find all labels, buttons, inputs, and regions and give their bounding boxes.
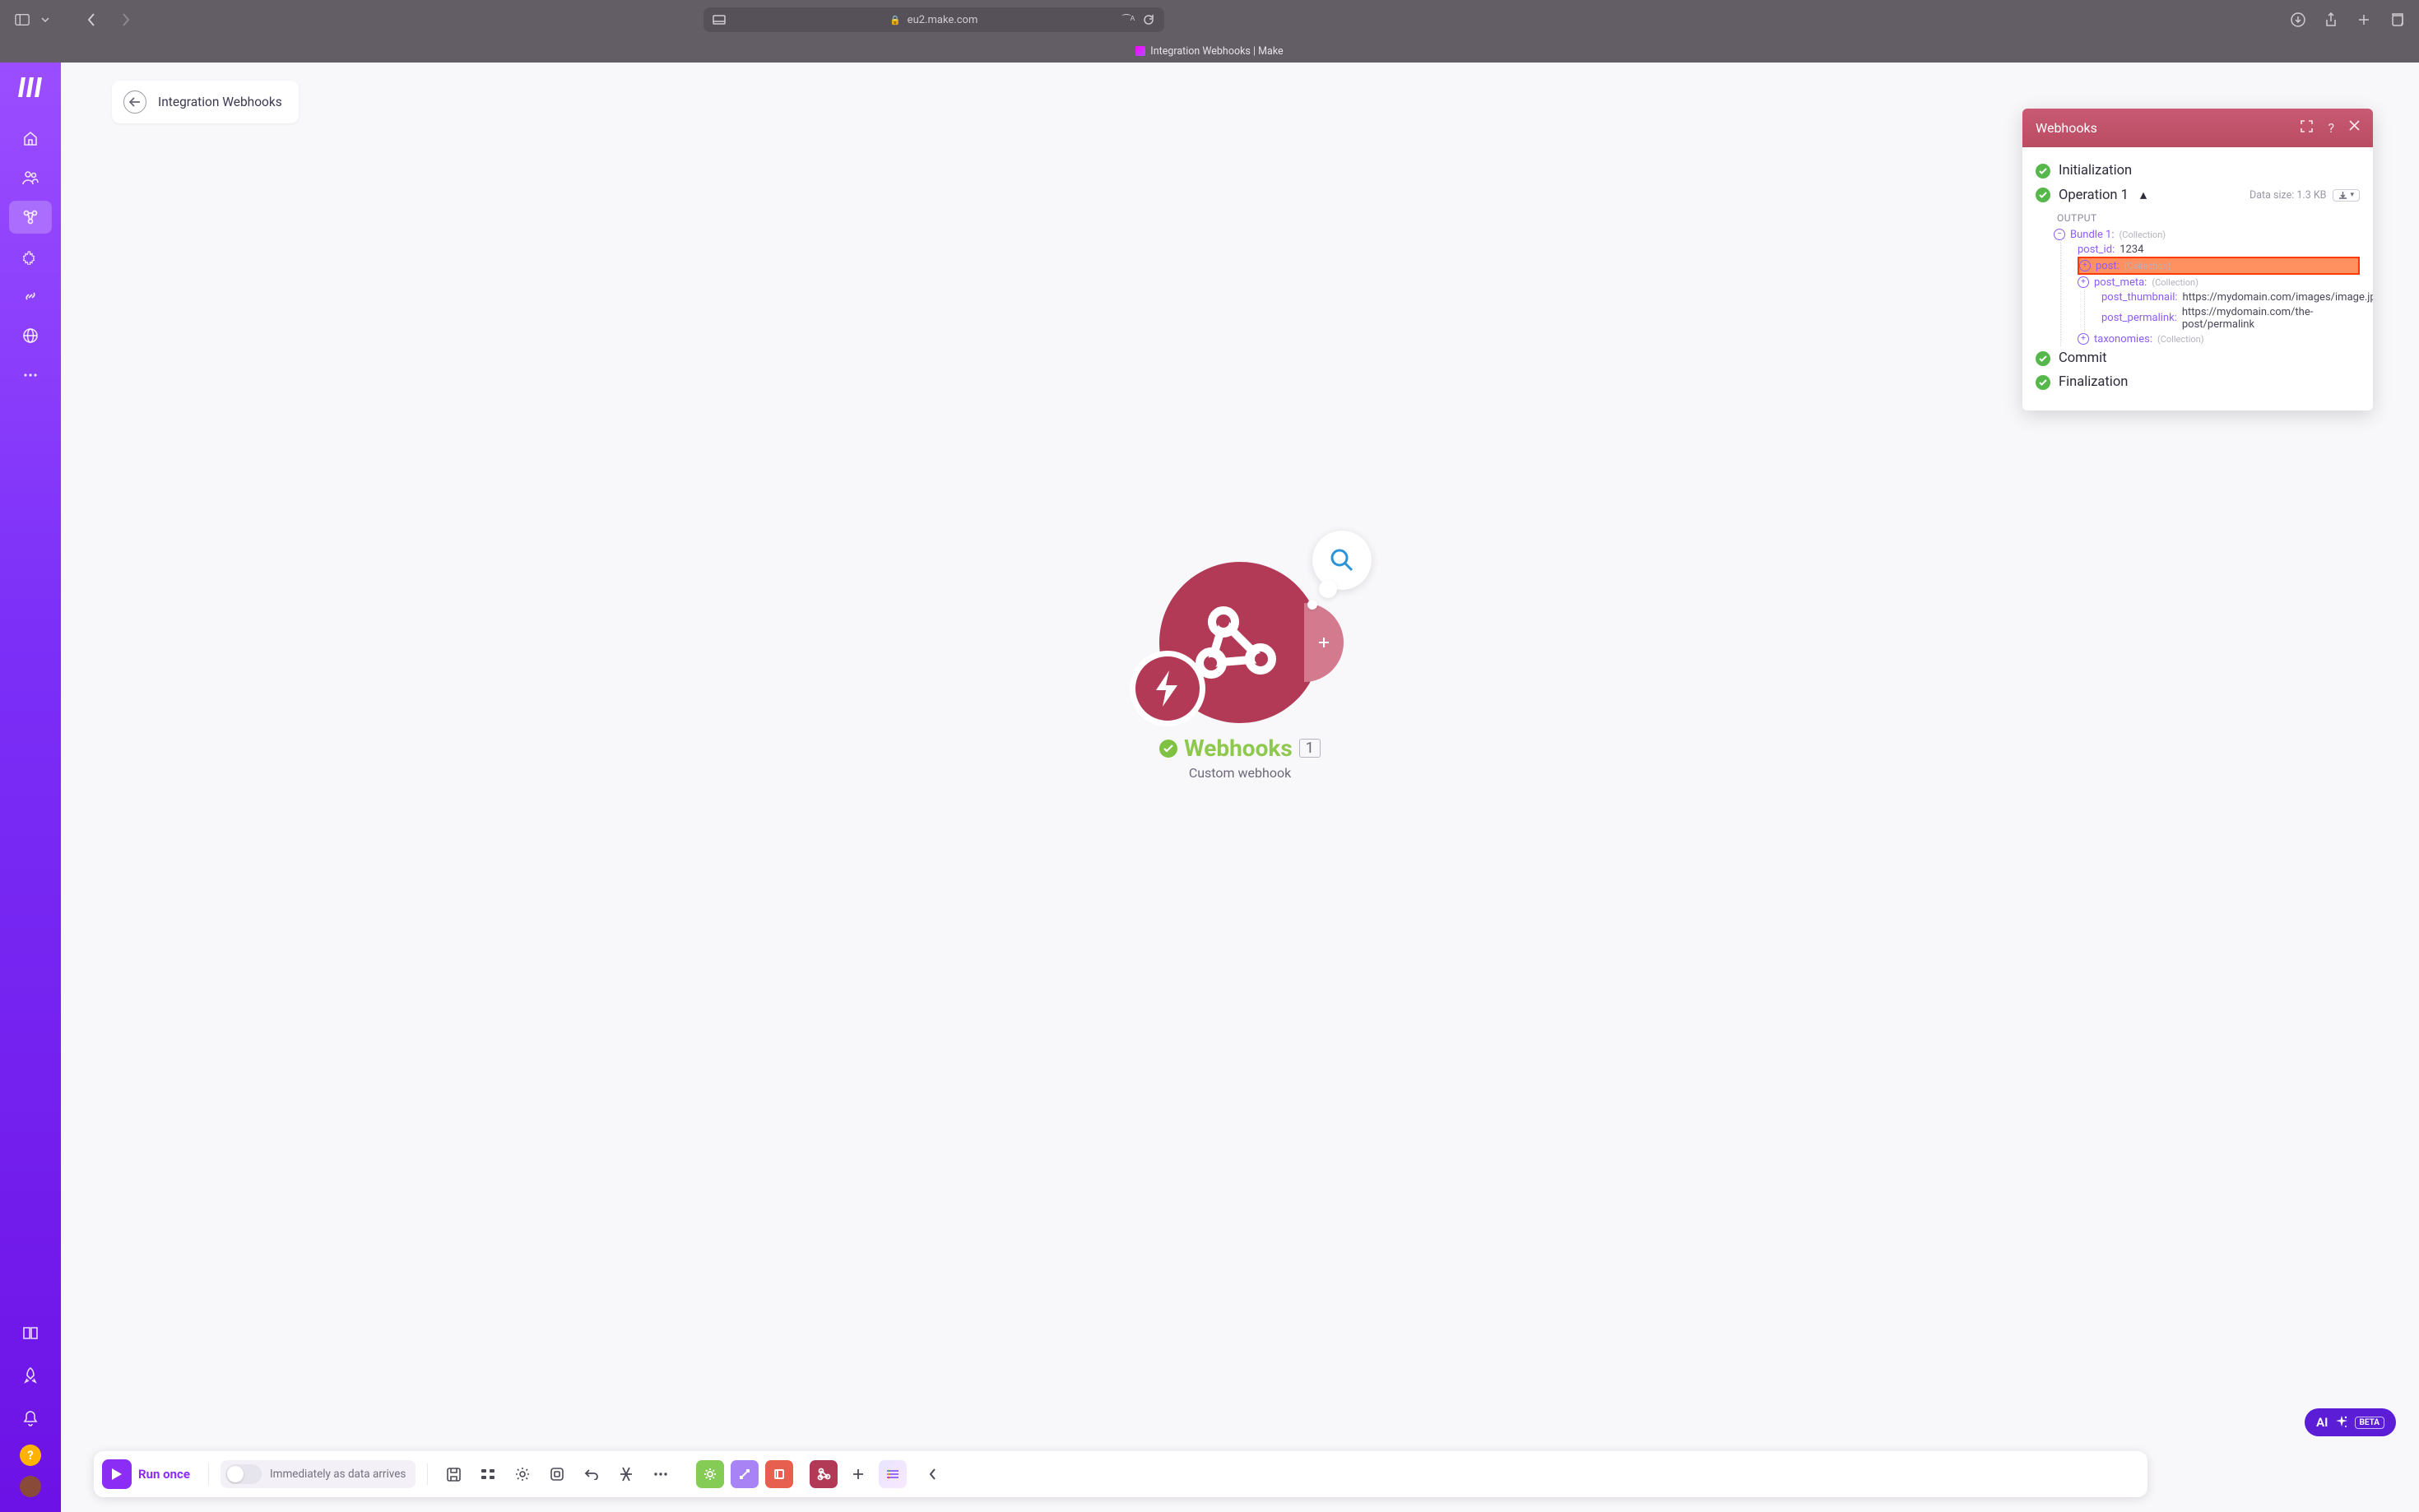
step-finalization[interactable]: Finalization <box>2036 370 2360 394</box>
favorites-button[interactable] <box>879 1460 907 1488</box>
close-icon[interactable] <box>2349 120 2360 136</box>
tree-row-post-id[interactable]: post_id: 1234 <box>2078 242 2360 257</box>
step-initialization[interactable]: Initialization <box>2036 159 2360 183</box>
sidebar-item-more[interactable] <box>9 359 52 392</box>
sidebar-toggle-icon[interactable] <box>15 12 30 27</box>
instant-trigger-badge <box>1130 651 1205 726</box>
schedule-label: Immediately as data arrives <box>270 1468 406 1481</box>
scenario-toolbar: Run once Immediately as data arrives <box>94 1451 2147 1497</box>
check-icon <box>2036 164 2050 179</box>
divider <box>427 1463 428 1485</box>
scenario-title[interactable]: Integration Webhooks <box>158 95 282 109</box>
share-icon[interactable] <box>2324 12 2338 27</box>
back-icon[interactable] <box>84 12 99 27</box>
add-tool-button[interactable] <box>844 1460 872 1488</box>
auto-align-button[interactable] <box>612 1460 640 1488</box>
expand-icon[interactable]: + <box>2079 260 2091 271</box>
scenario-canvas[interactable]: Integration Webhooks <box>61 63 2419 1512</box>
undo-button[interactable] <box>578 1460 606 1488</box>
address-bar[interactable]: 🔒 eu2.make.com ⁀ᴬ <box>703 7 1164 32</box>
node-subtitle: Custom webhook <box>1159 765 1321 781</box>
output-tree: − Bundle 1: (Collection) post_id: 1234 +… <box>2054 227 2360 346</box>
node-operation-count: 1 <box>1299 739 1321 758</box>
user-avatar[interactable] <box>20 1476 41 1497</box>
chevron-down-icon[interactable] <box>41 12 49 27</box>
explain-flow-button[interactable] <box>696 1460 724 1488</box>
tree-row-post-meta[interactable]: + post_meta: (Collection) <box>2078 275 2360 290</box>
collapse-icon[interactable]: − <box>2054 229 2065 240</box>
run-button[interactable] <box>102 1459 132 1489</box>
forward-icon[interactable] <box>118 12 133 27</box>
new-tab-icon[interactable] <box>2356 12 2371 27</box>
settings-button[interactable] <box>508 1460 536 1488</box>
check-icon <box>2036 188 2050 202</box>
sidebar-item-connections[interactable] <box>9 280 52 313</box>
panel-title: Webhooks <box>2036 120 2097 136</box>
beta-badge: BETA <box>2355 1417 2385 1429</box>
translate-icon[interactable]: ⁀ᴬ <box>1121 12 1136 27</box>
data-size-label: Data size: 1.3 KB <box>2250 189 2326 202</box>
ai-assistant-button[interactable]: AI BETA <box>2305 1408 2396 1436</box>
schedule-toggle[interactable] <box>225 1464 262 1484</box>
step-operation[interactable]: Operation 1 ▴ Data size: 1.3 KB ▾ <box>2036 183 2360 207</box>
webhooks-tool-button[interactable] <box>810 1460 838 1488</box>
reload-icon[interactable] <box>1141 12 1156 27</box>
tabs-icon[interactable] <box>2389 12 2404 27</box>
dev-tool-button[interactable] <box>731 1460 759 1488</box>
output-heading: OUTPUT <box>2057 212 2360 224</box>
sidebar-item-notifications[interactable] <box>9 1402 52 1435</box>
webhooks-node[interactable]: Webhooks 1 Custom webhook <box>1159 562 1321 781</box>
tab-strip: Integration Webhooks | Make <box>0 39 2419 63</box>
check-icon <box>2036 375 2050 390</box>
panel-header[interactable]: Webhooks ? <box>2022 109 2373 147</box>
sidebar-item-templates[interactable] <box>9 240 52 273</box>
add-module-button[interactable] <box>1304 603 1344 682</box>
expand-icon[interactable] <box>2301 120 2313 136</box>
notes-button[interactable] <box>543 1460 571 1488</box>
browser-toolbar: 🔒 eu2.make.com ⁀ᴬ <box>0 0 2419 39</box>
sidebar-item-docs[interactable] <box>9 1316 52 1349</box>
bundle-row[interactable]: − Bundle 1: (Collection) <box>2054 227 2360 242</box>
check-icon <box>2036 351 2050 366</box>
run-label[interactable]: Run once <box>138 1467 190 1482</box>
tree-row-post[interactable]: + post: (Collection) <box>2078 257 2360 275</box>
sidebar-item-home[interactable] <box>9 122 52 155</box>
divider <box>208 1463 209 1485</box>
save-button[interactable] <box>439 1460 467 1488</box>
tab-title[interactable]: Integration Webhooks | Make <box>1150 45 1283 58</box>
tree-row-permalink[interactable]: post_permalink: https://mydomain.com/the… <box>2101 304 2360 332</box>
make-logo[interactable] <box>18 77 43 97</box>
dev-mode-icon[interactable] <box>712 12 727 27</box>
inspector-panel: Webhooks ? Initialization Operation 1 ▴ <box>2022 109 2373 410</box>
help-icon[interactable]: ? <box>2328 120 2334 136</box>
help-button[interactable]: ? <box>20 1445 41 1466</box>
inspect-bubble[interactable] <box>1312 531 1372 590</box>
breadcrumb: Integration Webhooks <box>112 81 299 123</box>
expand-icon[interactable]: + <box>2078 276 2089 288</box>
sidebar-item-rocket[interactable] <box>9 1359 52 1392</box>
app-sidebar: ? <box>0 63 61 1512</box>
sidebar-item-team[interactable] <box>9 161 52 194</box>
more-button[interactable] <box>647 1460 675 1488</box>
schedule-toggle-wrap[interactable]: Immediately as data arrives <box>221 1460 416 1488</box>
node-title: Webhooks <box>1184 735 1293 762</box>
step-commit[interactable]: Commit <box>2036 346 2360 370</box>
expand-icon[interactable]: + <box>2078 333 2089 345</box>
tree-row-taxonomies[interactable]: + taxonomies: (Collection) <box>2078 332 2360 346</box>
sidebar-item-scenarios[interactable] <box>9 201 52 234</box>
tab-favicon <box>1135 46 1145 56</box>
controls-button[interactable] <box>474 1460 502 1488</box>
status-check-icon <box>1159 740 1177 758</box>
collapse-icon[interactable]: ▴ <box>2140 187 2147 203</box>
exit-button[interactable] <box>765 1460 793 1488</box>
lock-icon: 🔒 <box>889 15 901 26</box>
sidebar-item-webhooks[interactable] <box>9 319 52 352</box>
collapse-toolbar-button[interactable] <box>918 1460 946 1488</box>
downloads-icon[interactable] <box>2291 12 2305 27</box>
breadcrumb-back-button[interactable] <box>123 90 146 114</box>
download-button[interactable]: ▾ <box>2333 189 2360 202</box>
sparkle-icon <box>2335 1416 2348 1429</box>
tree-row-thumbnail[interactable]: post_thumbnail: https://mydomain.com/ima… <box>2101 290 2360 304</box>
url-host: eu2.make.com <box>908 14 978 26</box>
